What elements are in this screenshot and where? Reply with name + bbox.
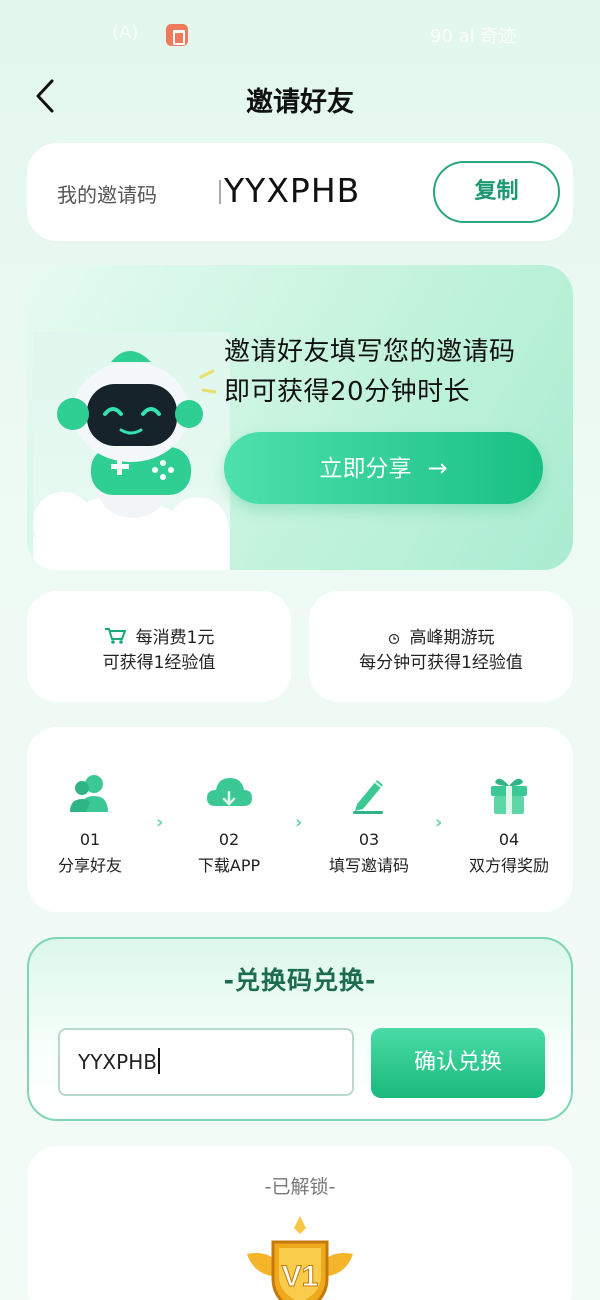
status-right-text: 90 al 奇迹 [430,26,517,47]
chevron-right-icon: › [156,812,164,833]
gift-icon [491,778,527,814]
text-caret [157,1048,160,1074]
clock-icon [388,633,399,645]
v1-level-badge-icon: V1 [247,1216,353,1300]
notification-app-icon [166,24,188,46]
banner-headline-line2: 即可获得20分钟时长 [224,377,471,407]
nav-bar: 邀请好友 [0,66,600,126]
share-button-label: 立即分享 [319,456,412,482]
step-number: 04 [498,830,520,849]
step-rewards: 04 双方得奖励 [449,772,569,876]
robot-mascot-image [31,332,240,570]
step-number: 03 [358,830,380,849]
info-peak-line2: 每分钟可获得1经验值 [359,653,523,673]
chevron-right-icon: › [435,812,443,833]
unlocked-level-card: -已解锁- V1 [27,1146,573,1300]
step-label: 分享好友 [57,856,122,875]
redeem-title: -兑换码兑换- [223,966,377,995]
cloud-download-icon [207,778,252,806]
status-bar: (A) 90 al 奇迹 [0,0,600,60]
info-spend-line1: 每消费1元 [135,628,215,648]
redeem-input-value: YYXPHB [78,1050,157,1074]
invite-code-label: 我的邀请码 [57,183,157,207]
invite-code-value: YYXPHB [224,171,361,210]
step-fill-code: 03 填写邀请码 [309,772,429,876]
info-card-spend: 每消费1元 可获得1经验值 [27,591,291,702]
step-label: 双方得奖励 [468,856,549,875]
step-number: 01 [79,830,101,849]
chevron-right-icon: › [295,812,303,833]
confirm-redeem-button[interactable]: 确认兑换 [371,1028,545,1098]
cart-icon [104,628,126,644]
step-number: 02 [218,830,240,849]
banner-headline-line1: 邀请好友填写您的邀请码 [224,337,516,367]
users-icon [70,775,108,812]
copy-button[interactable]: 复制 [433,161,560,223]
redeem-code-card: -兑换码兑换- YYXPHB 确认兑换 [27,937,573,1121]
arrow-right-icon: → [427,454,448,482]
invite-steps-card: 01 分享好友 › 02 下载APP › 03 填写邀请码 › 04 双方得奖励 [27,727,573,912]
invite-banner: 邀请好友填写您的邀请码 即可获得20分钟时长 立即分享 → [27,265,573,570]
info-card-peak: 高峰期游玩 每分钟可获得1经验值 [309,591,573,702]
info-spend-line2: 可获得1经验值 [102,653,216,673]
divider [219,180,221,204]
share-now-button[interactable]: 立即分享 → [224,432,543,504]
page-title: 邀请好友 [246,87,354,118]
redeem-code-input[interactable]: YYXPHB [58,1028,354,1096]
step-download-app: 02 下载APP [169,772,289,876]
step-share-friends: 01 分享好友 [30,772,150,876]
invite-code-card: 我的邀请码 YYXPHB 复制 [27,143,573,241]
status-left-text: (A) [112,22,139,43]
badge-text: V1 [282,1260,319,1293]
unlocked-title: -已解锁- [264,1176,336,1198]
step-label: 填写邀请码 [328,856,409,875]
pencil-icon [353,780,383,814]
info-peak-line1: 高峰期游玩 [409,628,495,648]
step-label: 下载APP [197,856,261,875]
